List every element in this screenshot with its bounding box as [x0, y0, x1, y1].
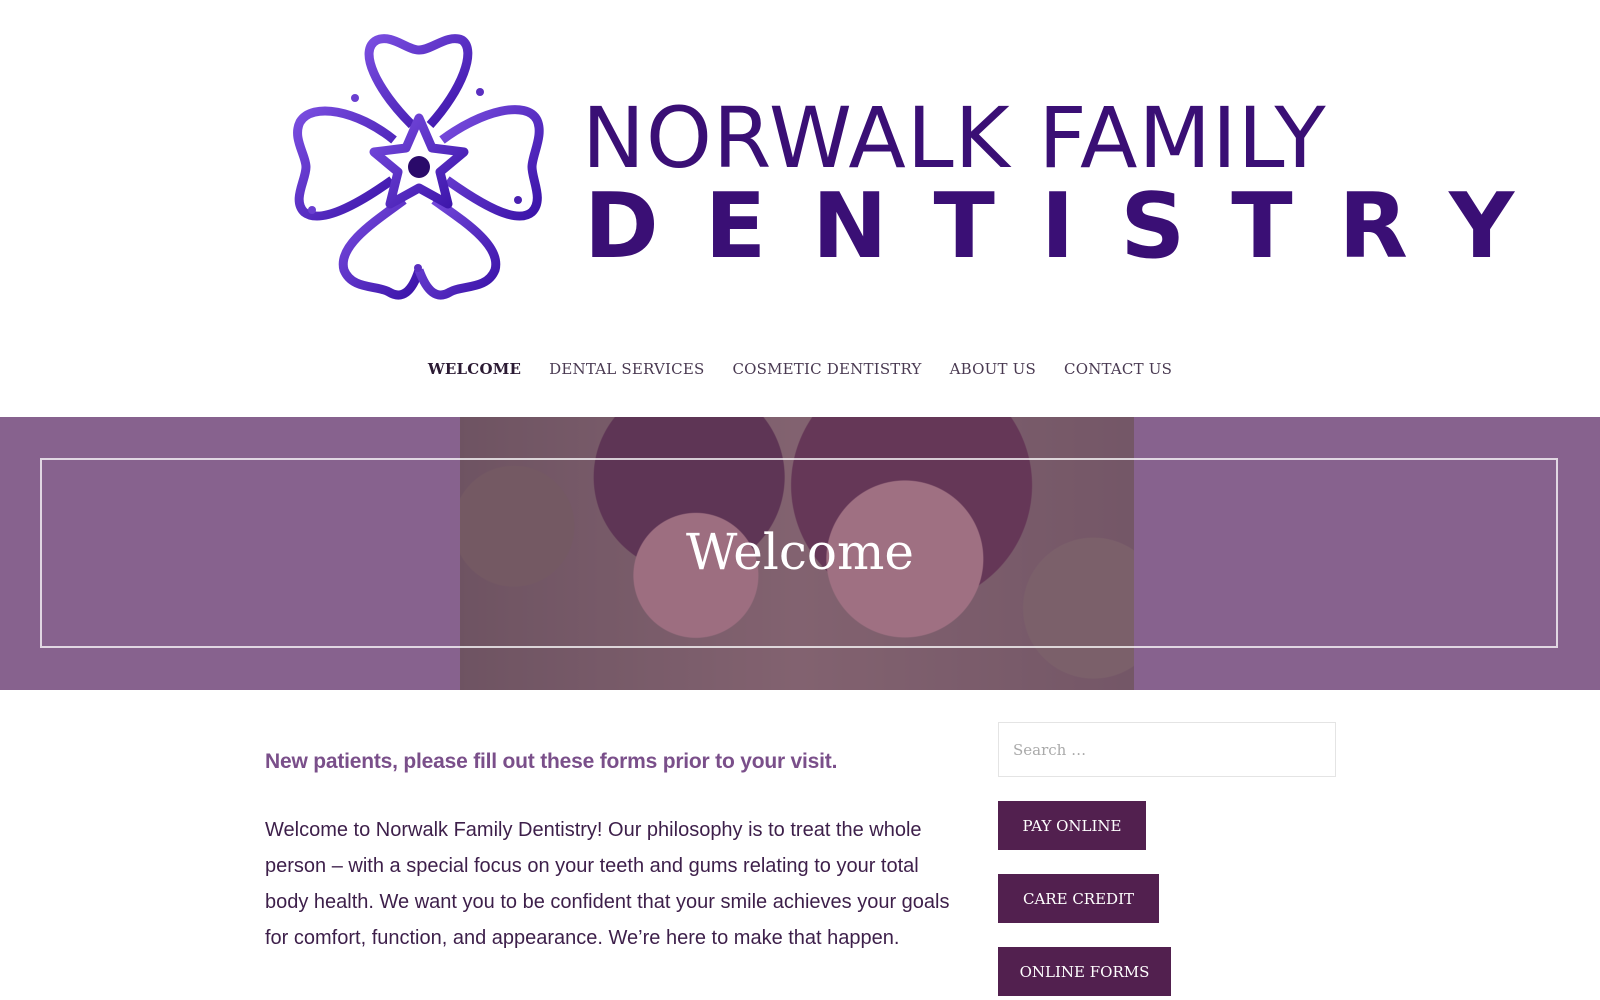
online-forms-button[interactable]: ONLINE FORMS: [998, 947, 1171, 996]
main-content: New patients, please fill out these form…: [265, 750, 965, 956]
nav-item-cosmetic-dentistry[interactable]: COSMETIC DENTISTRY: [732, 360, 921, 378]
site-logo[interactable]: NORWALK FAMILY DENTISTRY: [282, 30, 1514, 305]
main-nav: WELCOME DENTAL SERVICES COSMETIC DENTIST…: [0, 360, 1600, 378]
care-credit-button[interactable]: CARE CREDIT: [998, 874, 1159, 923]
nav-item-about-us[interactable]: ABOUT US: [950, 360, 1036, 378]
search-input[interactable]: [998, 722, 1336, 777]
pay-online-button[interactable]: PAY ONLINE: [998, 801, 1146, 850]
intro-paragraph: Welcome to Norwalk Family Dentistry! Our…: [265, 819, 950, 949]
nav-item-contact-us[interactable]: CONTACT US: [1064, 360, 1172, 378]
nav-item-welcome[interactable]: WELCOME: [428, 360, 521, 378]
logo-title-line1: NORWALK FAMILY: [582, 89, 1327, 187]
logo-title-line2: DENTISTRY: [584, 174, 1561, 279]
flower-logo-icon: [293, 34, 544, 300]
hero-banner: Welcome: [0, 417, 1600, 690]
sidebar: PAY ONLINE CARE CREDIT ONLINE FORMS: [998, 722, 1336, 996]
new-patient-forms-link[interactable]: New patients, please fill out these form…: [265, 750, 965, 774]
nav-item-dental-services[interactable]: DENTAL SERVICES: [549, 360, 704, 378]
page-title: Welcome: [685, 523, 914, 581]
